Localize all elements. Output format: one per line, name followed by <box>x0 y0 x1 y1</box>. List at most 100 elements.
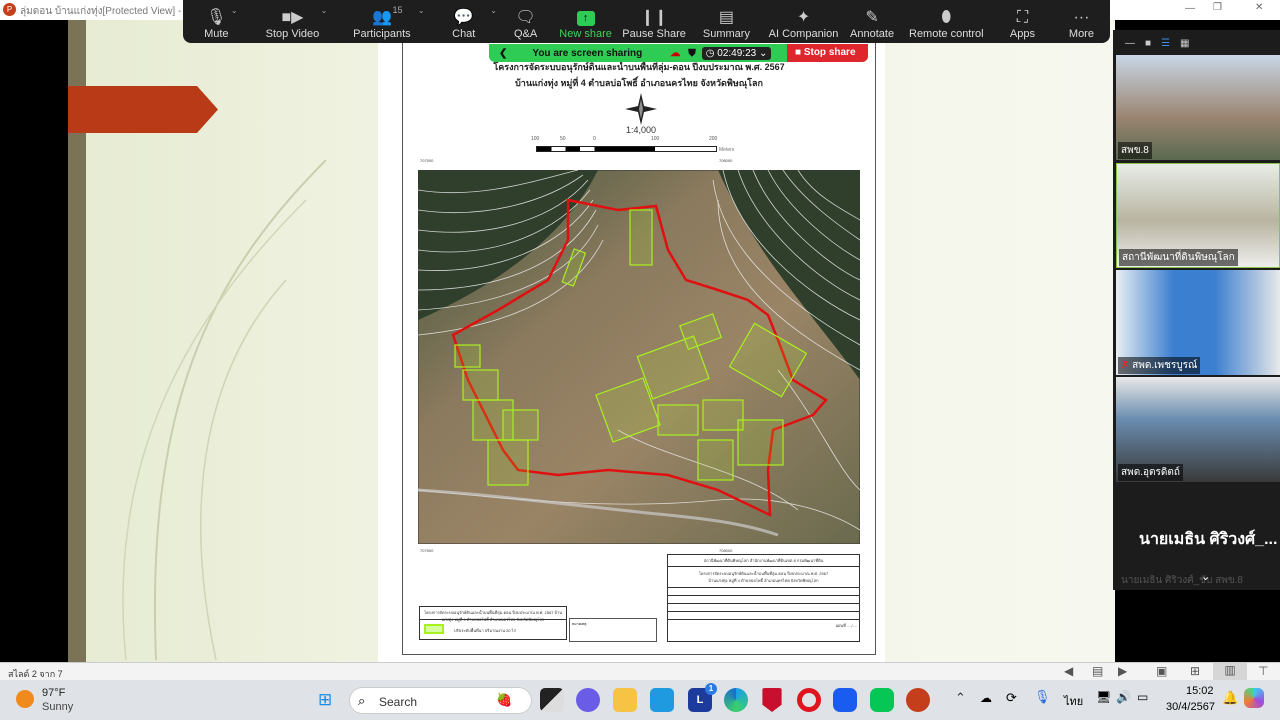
map-frame: โครงการจัดระบบอนุรักษ์ดินและน้ำบนพื้นที่… <box>402 36 876 655</box>
minimize-button[interactable]: — <box>1185 3 1195 14</box>
clock-date[interactable]: 30/4/2567 <box>1166 701 1215 713</box>
video-tile[interactable]: สถานีพัฒนาที่ดินพิษณุโลก <box>1116 163 1280 268</box>
stop-icon: ■ <box>795 47 802 58</box>
pencil-icon: ✎ <box>865 9 879 26</box>
notification-badge: 1 <box>705 683 717 695</box>
task-view-icon[interactable] <box>540 688 564 712</box>
stop-video-button[interactable]: ■▶ Stop Video ⌄ <box>250 0 336 43</box>
windows-taskbar: 97°F Sunny ⊞ ⌕ Search 🍓 L1 ⌃ ☁ ⟳ 🎙 ไทย 🖥… <box>0 680 1280 720</box>
file-explorer-icon[interactable] <box>613 688 637 712</box>
sync-icon[interactable]: ⟳ <box>1006 690 1017 706</box>
legend-title: โครงการจัดระบบอนุรักษ์ดินและน้ำบนพื้นที่… <box>420 607 566 622</box>
new-share-button[interactable]: ↑ New share <box>552 0 619 43</box>
mute-button[interactable]: 🎙 Mute ⌄ <box>183 0 250 43</box>
chevron-down-icon[interactable]: ⌄ <box>1201 570 1210 583</box>
volume-icon[interactable]: 🔊 <box>1116 690 1131 704</box>
search-placeholder: Search <box>379 695 418 709</box>
reading-view-icon[interactable]: ▥ <box>1213 663 1247 680</box>
edge-browser-icon[interactable] <box>724 688 748 712</box>
slide-sorter-icon[interactable]: ⊞ <box>1190 664 1200 678</box>
pause-icon: ❙❙ <box>640 9 668 26</box>
drag-handle-icon[interactable]: ❮ <box>499 48 507 59</box>
next-slide-icon[interactable]: ▶ <box>1118 664 1127 678</box>
active-speaker-footer: นายเมธิน ศิริวงศ์_ขับ สพข.8 <box>1121 575 1243 586</box>
powerpoint-icon: P <box>3 3 16 16</box>
coord-label: 708000 <box>719 158 733 163</box>
compass-rose-icon <box>625 93 657 125</box>
participant-name: สถานีพัฒนาที่ดินพิษณุโลก <box>1119 249 1238 266</box>
video-tile[interactable]: สพด.อุตรดิตถ์ <box>1116 377 1280 482</box>
battery-icon[interactable]: ▭ <box>1137 690 1148 704</box>
qa-button[interactable]: 🗨 Q&A <box>499 0 552 43</box>
weather-desc[interactable]: Sunny <box>42 701 73 713</box>
chevron-down-icon: ⌄ <box>417 6 425 15</box>
close-button[interactable]: ✕ <box>1255 2 1263 13</box>
block-org: สถานีพัฒนาที่ดินพิษณุโลก สำนักงานพัฒนาที… <box>668 555 859 567</box>
normal-view-icon[interactable]: ▣ <box>1156 664 1167 678</box>
zoom-app-icon[interactable] <box>833 688 857 712</box>
notes-icon[interactable]: ▤ <box>1092 664 1103 678</box>
scale-unit: Meters <box>719 147 735 153</box>
line-app-icon[interactable] <box>870 688 894 712</box>
coord-label: 707500 <box>420 548 434 553</box>
clock-time[interactable]: 15:02 <box>1186 685 1214 697</box>
restore-button[interactable]: ❐ <box>1213 2 1222 13</box>
map-legend: โครงการจัดระบบอนุรักษ์ดินและน้ำบนพื้นที่… <box>419 606 567 640</box>
participants-button[interactable]: 👥 Participants 15 ⌄ <box>335 0 428 43</box>
powerpoint-status-bar: สไลด์ 2 จาก 7 ◀ ▤ ▶ ▣ ⊞ ▥ ⊤ <box>0 662 1280 680</box>
scale-tick: 50 <box>560 136 566 142</box>
mcafee-icon[interactable] <box>762 688 782 712</box>
sun-weather-icon[interactable] <box>16 690 34 708</box>
weather-temp[interactable]: 97°F <box>42 687 65 699</box>
summary-button[interactable]: ▤ Summary <box>689 0 763 43</box>
copilot-icon[interactable] <box>1244 688 1264 708</box>
block-title: โครงการจัดระบบอนุรักษ์ดินและน้ำบนพื้นที่… <box>698 571 829 576</box>
map-note: หมายเหตุ <box>569 618 657 642</box>
qa-icon: 🗨 <box>515 9 536 26</box>
powerpoint-taskbar-icon[interactable] <box>906 688 930 712</box>
view-mode-controls[interactable]: —■☰▦ <box>1125 38 1199 49</box>
opera-icon[interactable] <box>797 688 821 712</box>
clock-icon: ◷ <box>705 47 715 59</box>
coord-label: 708000 <box>719 548 733 553</box>
meeting-timer[interactable]: ◷ 02:49:23 ⌄ <box>701 46 772 60</box>
map-title-block: สถานีพัฒนาที่ดินพิษณุโลก สำนักงานพัฒนาที… <box>667 554 860 642</box>
windows-start-icon[interactable]: ⊞ <box>318 691 332 708</box>
ai-companion-button[interactable]: ✦ AI Companion <box>764 0 844 43</box>
notification-bell-icon[interactable]: 🔔 <box>1222 690 1238 706</box>
participant-name: สพข.8 <box>1118 142 1152 159</box>
chevron-down-icon: ⌄ <box>758 47 768 59</box>
scale-bar <box>536 146 717 152</box>
microphone-tray-icon[interactable]: 🎙 <box>1034 689 1051 705</box>
language-indicator[interactable]: ไทย <box>1064 692 1083 710</box>
legend-swatch-parcel <box>424 624 444 634</box>
meet-app-icon[interactable] <box>576 688 600 712</box>
block-footer: แผ่นที่ ..../.... <box>835 623 857 628</box>
slideshow-icon[interactable]: ⊤ <box>1258 664 1268 678</box>
video-tile[interactable]: สพข.8 <box>1116 55 1280 160</box>
active-speaker-name: นายเมธิน ศิริวงศ์_... <box>1139 531 1278 548</box>
window-title: ลุ่มดอน บ้านแก่งทุ่ง[Protected View] - P… <box>20 6 197 17</box>
map-title-line1: โครงการจัดระบบอนุรักษ์ดินและน้ำบนพื้นที่… <box>493 62 785 72</box>
pause-share-button[interactable]: ❙❙ Pause Share <box>619 0 689 43</box>
video-tile[interactable]: ✗ สพด.เพชรบูรณ์ <box>1116 270 1280 375</box>
stop-share-button[interactable]: ■ Stop share <box>787 44 868 62</box>
recording-cloud-icon: ☁ <box>670 47 681 59</box>
more-label: More <box>1068 28 1094 40</box>
chevron-up-icon[interactable]: ⌃ <box>955 690 966 706</box>
more-button[interactable]: ··· More <box>1053 0 1110 43</box>
participants-icon: 👥 <box>371 9 392 26</box>
video-camera-icon: ■▶ <box>281 9 304 26</box>
annotate-button[interactable]: ✎ Annotate <box>844 0 901 43</box>
scale-tick: 200 <box>709 136 718 142</box>
muted-mic-icon: ✗ <box>1121 360 1130 371</box>
taskbar-search[interactable]: ⌕ Search 🍓 <box>349 687 532 714</box>
apps-button[interactable]: ⛶ Apps <box>992 0 1053 43</box>
previous-slide-icon[interactable]: ◀ <box>1064 664 1073 678</box>
onedrive-icon[interactable]: ☁ <box>980 691 992 705</box>
l-app-icon[interactable]: L1 <box>688 683 717 712</box>
remote-control-button[interactable]: ⬮ Remote control <box>901 0 992 43</box>
mail-icon[interactable] <box>650 688 674 712</box>
chat-button[interactable]: 💬 Chat ⌄ <box>429 0 499 43</box>
network-icon[interactable]: 🖥 <box>1096 690 1111 704</box>
